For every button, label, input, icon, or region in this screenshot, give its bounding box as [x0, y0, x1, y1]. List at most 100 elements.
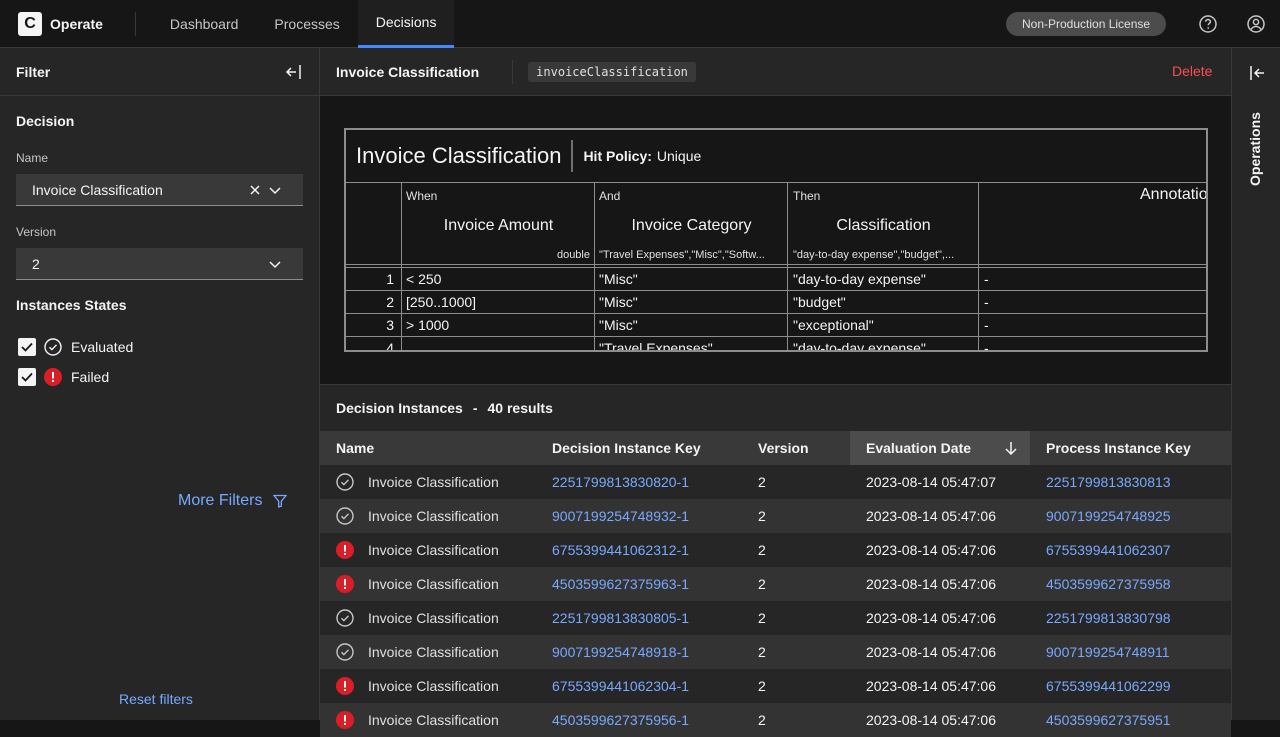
nav-dashboard[interactable]: Dashboard	[152, 0, 257, 48]
clear-icon[interactable]	[250, 185, 260, 195]
decision-instance-key-link[interactable]: 9007199254748918-1	[552, 644, 689, 660]
more-filters-button[interactable]: More Filters	[178, 492, 288, 510]
table-row: Invoice Classification 2251799813830820-1…	[320, 465, 1231, 499]
rule-row: 2 [250..1000] "Misc" "budget" -	[346, 291, 1206, 314]
instances-separator: -	[472, 400, 478, 416]
failed-checkbox[interactable]	[18, 368, 36, 386]
evaluated-filter[interactable]: Evaluated	[18, 338, 133, 356]
decision-instance-key-link[interactable]: 2251799813830805-1	[552, 610, 689, 626]
reset-filters-link[interactable]: Reset filters	[119, 691, 193, 707]
rule-number: 1	[386, 271, 394, 287]
rule-row: 1 < 250 "Misc" "day-to-day expense" -	[346, 268, 1206, 291]
nav-decisions[interactable]: Decisions	[357, 0, 455, 48]
evaluation-date: 2023-08-14 05:47:06	[866, 644, 996, 660]
instance-version: 2	[758, 508, 766, 524]
process-instance-key-link[interactable]: 4503599627375951	[1046, 712, 1171, 728]
process-instance-key-link[interactable]: 6755399441062307	[1046, 542, 1171, 558]
instance-version: 2	[758, 610, 766, 626]
failed-icon	[336, 575, 354, 593]
evaluated-icon	[336, 609, 354, 627]
decision-header: Invoice Classification invoiceClassifica…	[320, 48, 1231, 96]
rule-annotation: -	[984, 340, 989, 352]
annotation-header: Annotation	[1140, 186, 1208, 203]
process-instance-key-link[interactable]: 2251799813830798	[1046, 610, 1171, 626]
evaluation-date: 2023-08-14 05:47:06	[866, 542, 996, 558]
decision-instance-key-link[interactable]: 4503599627375956-1	[552, 712, 689, 728]
decision-instance-key-link[interactable]: 6755399441062312-1	[552, 542, 689, 558]
decision-instance-key-link[interactable]: 9007199254748932-1	[552, 508, 689, 524]
nav-processes[interactable]: Processes	[256, 0, 357, 48]
rule-number: 2	[386, 294, 394, 310]
help-icon[interactable]	[1198, 14, 1218, 34]
name-label: Name	[16, 151, 49, 165]
failed-filter[interactable]: Failed	[18, 368, 109, 386]
more-filters-label: More Filters	[178, 492, 263, 509]
failed-label: Failed	[71, 369, 110, 385]
table-row: Invoice Classification 2251799813830805-1…	[320, 601, 1231, 635]
instance-version: 2	[758, 712, 766, 728]
column-header-decision-key[interactable]: Decision Instance Key	[552, 440, 701, 456]
evaluated-icon	[336, 473, 354, 491]
table-row: Invoice Classification 6755399441062304-1…	[320, 669, 1231, 703]
rule-number: 4	[386, 340, 394, 352]
camunda-logo[interactable]: C	[18, 11, 42, 36]
evaluated-label: Evaluated	[71, 339, 134, 355]
process-instance-key-link[interactable]: 2251799813830813	[1046, 474, 1171, 490]
instances-title: Decision Instances	[336, 400, 463, 416]
failed-icon	[336, 677, 354, 695]
column-header-process-key[interactable]: Process Instance Key	[1046, 440, 1191, 456]
instance-name: Invoice Classification	[368, 644, 499, 660]
rule-cell: "Misc"	[599, 271, 638, 287]
checkmark-icon	[21, 342, 33, 352]
instance-name: Invoice Classification	[368, 508, 499, 524]
hit-policy-value: Unique	[656, 148, 702, 164]
main-content: Invoice Classification invoiceClassifica…	[320, 48, 1231, 737]
instance-name: Invoice Classification	[368, 576, 499, 592]
hit-policy: Hit Policy: Unique	[583, 148, 701, 164]
header-divider	[512, 59, 514, 84]
evaluation-date: 2023-08-14 05:47:06	[866, 508, 996, 524]
rule-cell: "budget"	[793, 294, 846, 310]
evaluation-date: 2023-08-14 05:47:07	[866, 474, 996, 490]
evaluated-icon	[336, 643, 354, 661]
collapse-panel-icon[interactable]	[285, 63, 303, 81]
column-header-version[interactable]: Version	[758, 440, 809, 456]
decision-instance-key-link[interactable]: 2251799813830820-1	[552, 474, 689, 490]
filter-title: Filter	[16, 63, 51, 80]
filter-header: Filter	[0, 48, 319, 96]
name-combobox[interactable]: Invoice Classification	[16, 174, 303, 206]
process-instance-key-link[interactable]: 9007199254748911	[1046, 644, 1170, 660]
delete-button[interactable]: Delete	[1172, 63, 1212, 79]
instance-version: 2	[758, 576, 766, 592]
version-select[interactable]: 2	[16, 248, 303, 280]
rule-annotation: -	[984, 271, 989, 287]
table-row: Invoice Classification 9007199254748918-1…	[320, 635, 1231, 669]
process-instance-key-link[interactable]: 6755399441062299	[1046, 678, 1171, 694]
main-nav: Dashboard Processes Decisions	[152, 0, 455, 48]
rule-cell: "day-to-day expense"	[793, 340, 926, 352]
operations-panel: Operations	[1231, 48, 1280, 720]
output-type-classification: "day-to-day expense","budget",...	[793, 249, 955, 261]
failed-icon	[336, 711, 354, 729]
instances-table-header: Name Decision Instance Key Version Evalu…	[320, 431, 1231, 465]
rule-cell: < 250	[406, 271, 442, 287]
decision-instance-key-link[interactable]: 4503599627375963-1	[552, 576, 689, 592]
decision-table: Invoice Classification Hit Policy: Unique…	[344, 128, 1208, 352]
app-name[interactable]: Operate	[50, 16, 103, 32]
operations-label[interactable]: Operations	[1247, 112, 1263, 186]
process-instance-key-link[interactable]: 4503599627375958	[1046, 576, 1171, 592]
column-header-name[interactable]: Name	[336, 440, 374, 456]
evaluated-checkbox[interactable]	[18, 338, 36, 356]
license-badge[interactable]: Non-Production License	[1006, 12, 1167, 36]
expand-panel-icon[interactable]	[1248, 64, 1266, 82]
instance-states-title: Instances States	[16, 297, 127, 313]
sort-descending-icon[interactable]	[1004, 441, 1018, 455]
instance-name: Invoice Classification	[368, 678, 499, 694]
chevron-down-icon[interactable]	[269, 185, 281, 195]
user-icon[interactable]	[1246, 14, 1266, 34]
column-header-evaluation-date[interactable]: Evaluation Date	[866, 440, 971, 456]
instances-header: Decision Instances - 40 results	[320, 385, 1231, 431]
filter-icon	[273, 494, 288, 508]
decision-instance-key-link[interactable]: 6755399441062304-1	[552, 678, 689, 694]
process-instance-key-link[interactable]: 9007199254748925	[1046, 508, 1171, 524]
